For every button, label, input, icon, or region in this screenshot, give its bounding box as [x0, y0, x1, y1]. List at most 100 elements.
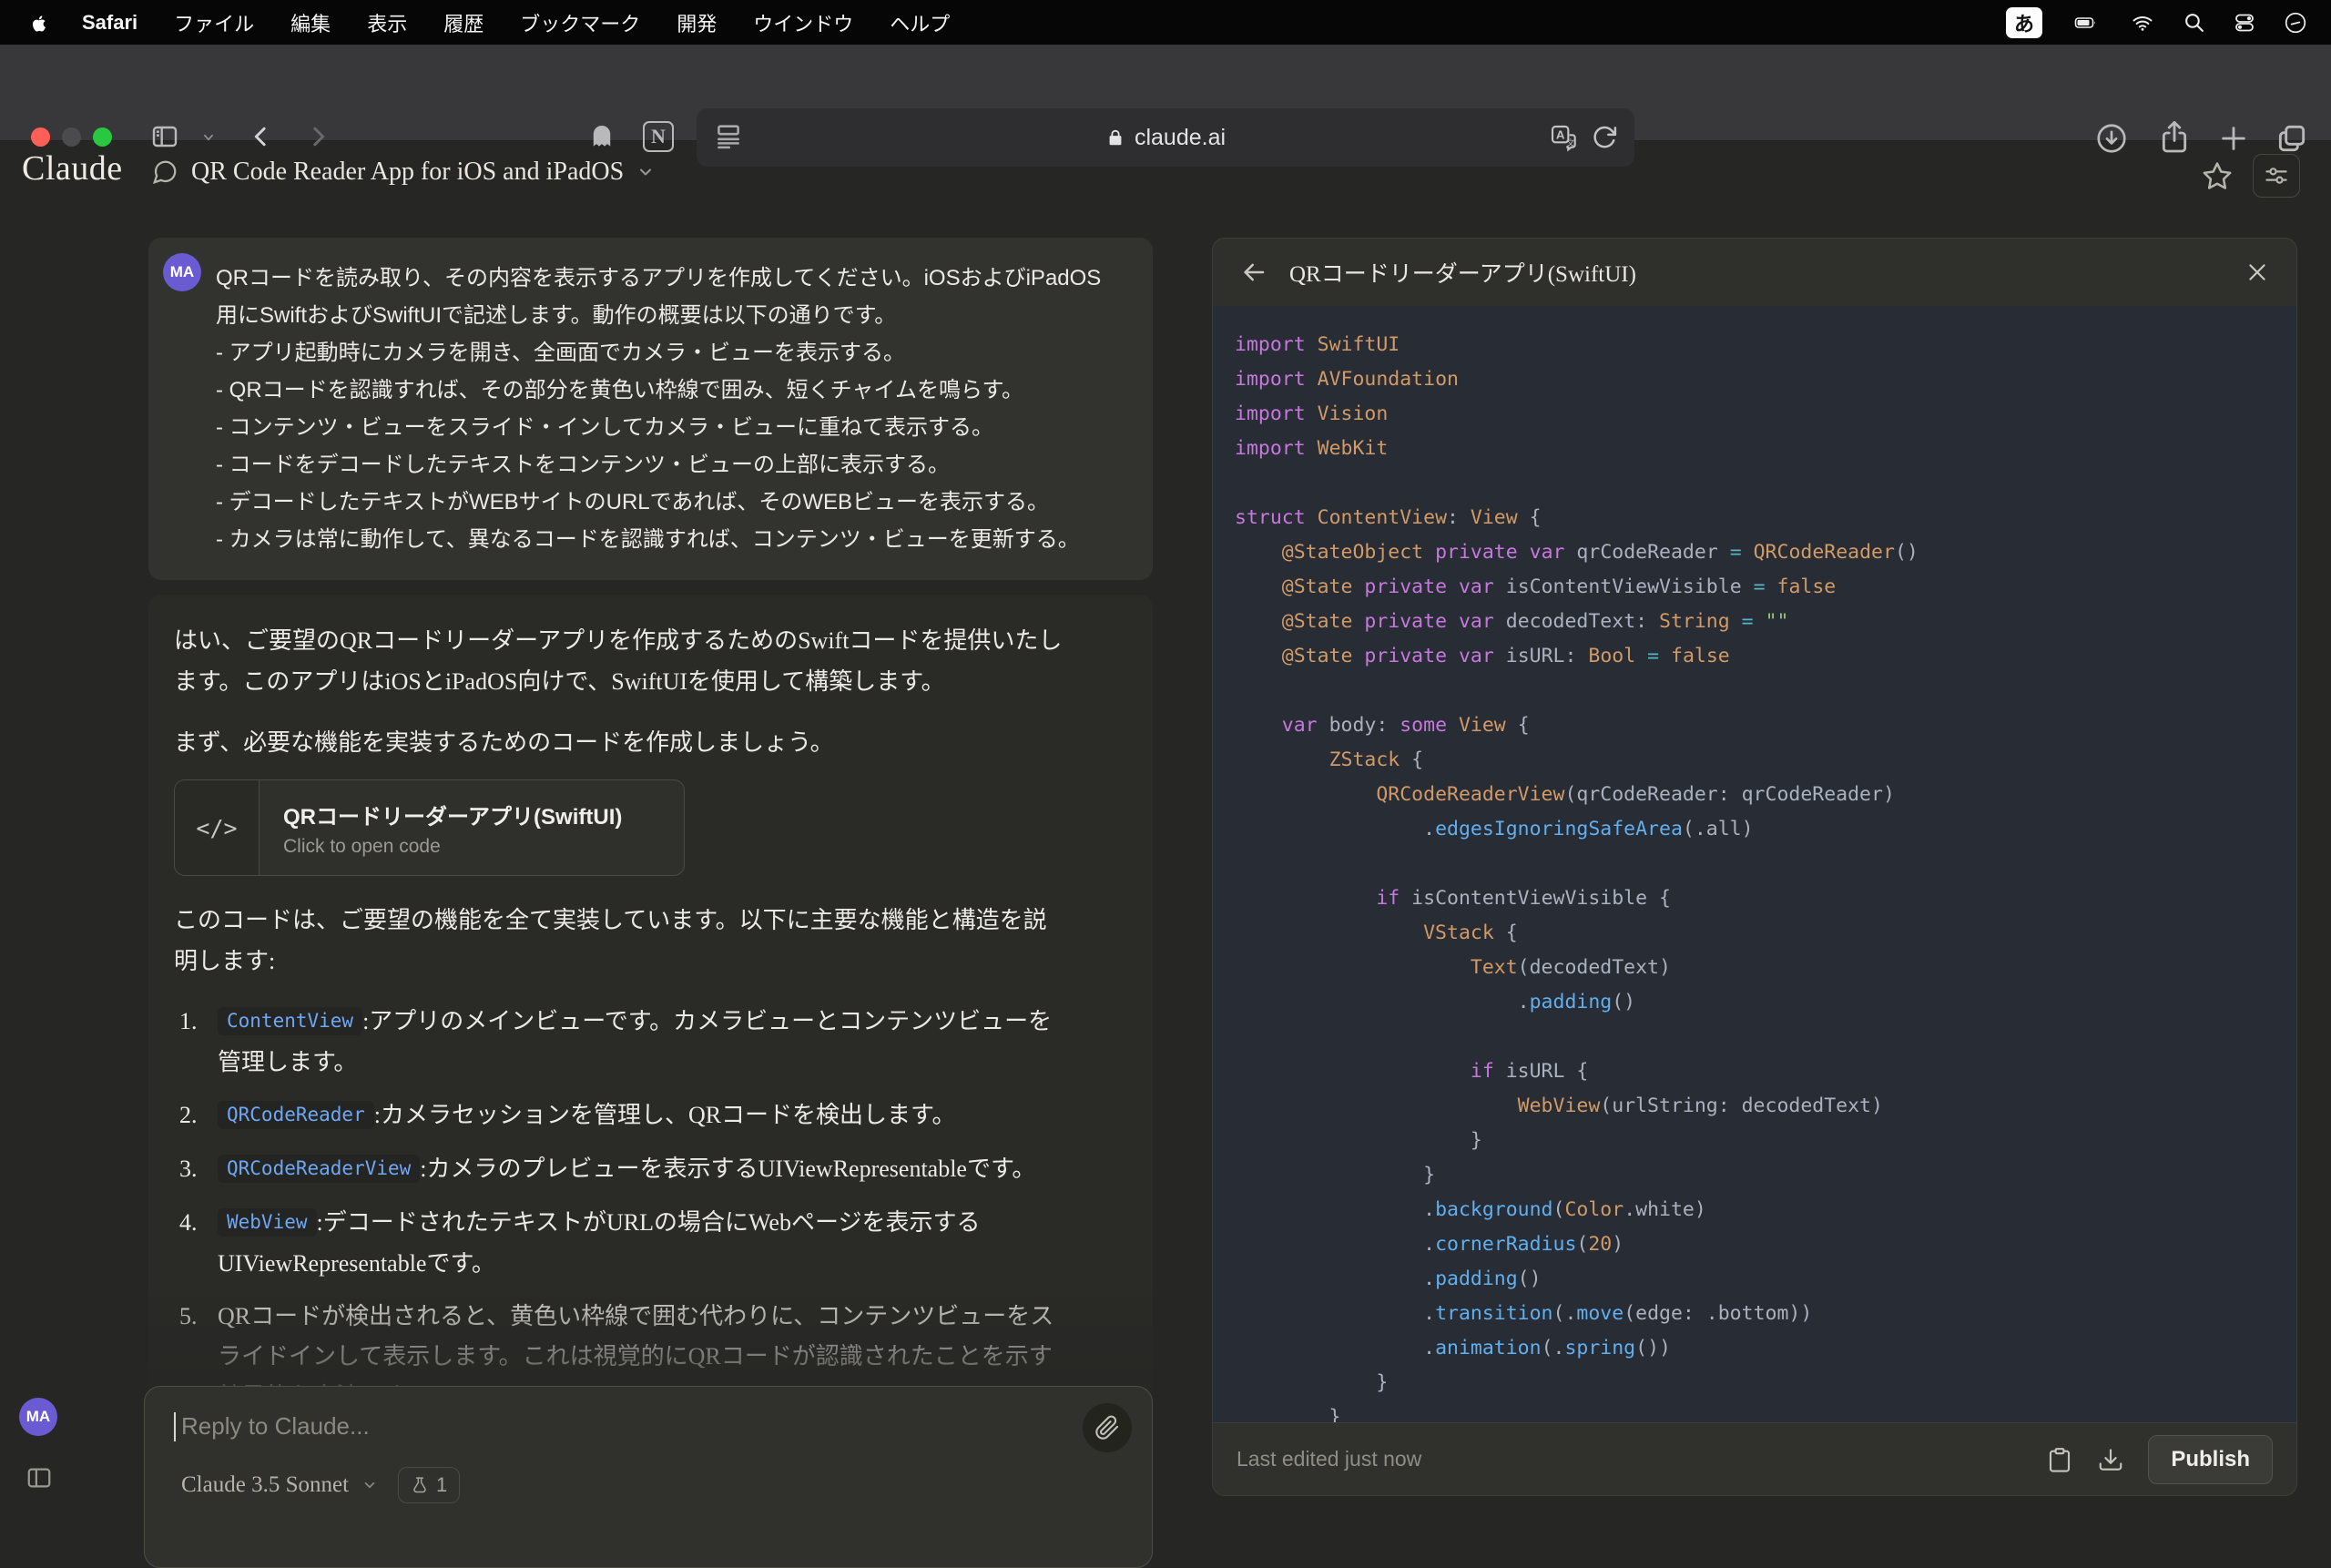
bottom-sidebar-toggle-icon[interactable] — [25, 1464, 53, 1492]
menu-item-1[interactable]: Safari — [64, 11, 156, 35]
last-edited-status: Last edited just now — [1237, 1447, 1421, 1471]
menu-item-6[interactable]: ブックマーク — [502, 8, 658, 37]
menu-item-4[interactable]: 表示 — [349, 8, 425, 37]
claude-header: Claude QR Code Reader App for iOS and iP… — [0, 141, 2331, 205]
assistant-paragraph: まず、必要な機能を実装するためのコードを作成しましょう。 — [174, 722, 1071, 763]
star-icon[interactable] — [2202, 160, 2233, 191]
menu-item-2[interactable]: ファイル — [156, 8, 272, 37]
close-icon[interactable] — [2245, 260, 2269, 284]
code-line: @State private var isURL: Bool = false — [1235, 639, 2296, 674]
publish-button[interactable]: Publish — [2148, 1435, 2273, 1484]
user-message-line: - デコードしたテキストがWEBサイトのURLであれば、そのWEBビューを表示す… — [216, 484, 1125, 521]
spotlight-search-icon[interactable] — [2183, 11, 2205, 34]
model-chevron-down-icon[interactable] — [361, 1477, 378, 1493]
artifact-panel: QRコードリーダーアプリ(SwiftUI) import SwiftUIimpo… — [1212, 238, 2297, 1496]
wifi-icon[interactable] — [2130, 12, 2155, 34]
list-item-number: 2. — [174, 1095, 218, 1136]
list-item: 2.QRCodeReader:カメラセッションを管理し、QRコードを検出します。 — [174, 1095, 1075, 1136]
user-message-line: - コンテンツ・ビューをスライド・インしてカメラ・ビューに重ねて表示する。 — [216, 409, 1125, 446]
code-line: QRCodeReaderView(qrCodeReader: qrCodeRea… — [1235, 778, 2296, 812]
menu-item-8[interactable]: ウインドウ — [735, 8, 871, 37]
menu-item-7[interactable]: 開発 — [658, 8, 735, 37]
user-message-line: 用にSwiftおよびSwiftUIで記述します。動作の概要は以下の通りです。 — [216, 297, 1125, 334]
code-line: .transition(.move(edge: .bottom)) — [1235, 1297, 2296, 1331]
assistant-paragraph: はい、ご要望のQRコードリーダーアプリを作成するためのSwiftコードを提供いた… — [174, 620, 1071, 702]
code-line: @State private var decodedText: String =… — [1235, 605, 2296, 639]
user-message-line: - コードをデコードしたテキストをコンテンツ・ビューの上部に表示する。 — [216, 446, 1125, 484]
menu-item-9[interactable]: ヘルプ — [871, 8, 968, 37]
code-line: .background(Color.white) — [1235, 1193, 2296, 1227]
code-line: VStack { — [1235, 916, 2296, 951]
clock-icon[interactable] — [2284, 11, 2307, 35]
chat-title-chevron-down-icon — [636, 163, 655, 181]
control-center-icon[interactable] — [2233, 12, 2256, 34]
svg-text:A: A — [1556, 128, 1565, 142]
code-line: @StateObject private var qrCodeReader = … — [1235, 535, 2296, 570]
code-line: ZStack { — [1235, 743, 2296, 778]
code-line — [1235, 1020, 2296, 1054]
code-line: import SwiftUI — [1235, 328, 2296, 362]
list-item-number: 1. — [174, 1002, 218, 1083]
code-line: .edgesIgnoringSafeArea(.all) — [1235, 812, 2296, 847]
list-item-number: 4. — [174, 1203, 218, 1284]
artifact-card[interactable]: </> QRコードリーダーアプリ(SwiftUI) Click to open … — [174, 779, 685, 876]
text-caret — [174, 1412, 176, 1441]
code-line: struct ContentView: View { — [1235, 501, 2296, 535]
code-line: } — [1235, 1400, 2296, 1422]
code-line: .cornerRadius(20) — [1235, 1227, 2296, 1262]
code-line: WebView(urlString: decodedText) — [1235, 1089, 2296, 1124]
code-icon: </> — [175, 780, 260, 875]
code-line: import Vision — [1235, 397, 2296, 432]
apple-menu-icon[interactable] — [31, 12, 49, 34]
list-item-number: 3. — [174, 1149, 218, 1190]
reply-input[interactable]: Reply to Claude... — [181, 1412, 370, 1441]
reply-composer[interactable]: Reply to Claude... Claude 3.5 Sonnet 1 — [144, 1386, 1153, 1568]
code-line: if isURL { — [1235, 1054, 2296, 1089]
code-line — [1235, 847, 2296, 881]
user-message-line: - QRコードを認識すれば、その部分を黄色い枠線で囲み、短くチャイムを鳴らす。 — [216, 372, 1125, 409]
list-item: 3.QRCodeReaderView:カメラのプレビューを表示するUIViewR… — [174, 1149, 1075, 1190]
code-line: .padding() — [1235, 985, 2296, 1020]
user-avatar[interactable]: MA — [163, 253, 201, 291]
menu-items: Safariファイル編集表示履歴ブックマーク開発ウインドウヘルプ — [64, 8, 968, 37]
input-source-icon[interactable]: あ — [2006, 7, 2042, 38]
code-line: } — [1235, 1158, 2296, 1193]
code-editor[interactable]: import SwiftUIimport AVFoundationimport … — [1213, 306, 2296, 1422]
code-line: .animation(.spring()) — [1235, 1331, 2296, 1366]
user-message: MA QRコードを読み取り、その内容を表示するアプリを作成してください。iOSお… — [148, 238, 1153, 580]
beaker-badge[interactable]: 1 — [398, 1467, 460, 1503]
menu-item-5[interactable]: 履歴 — [425, 8, 502, 37]
inline-code: ContentView — [218, 1007, 362, 1035]
copy-code-icon[interactable] — [2046, 1445, 2073, 1474]
model-selector[interactable]: Claude 3.5 Sonnet — [181, 1472, 349, 1498]
code-line: @State private var isContentViewVisible … — [1235, 570, 2296, 605]
code-line: .padding() — [1235, 1262, 2296, 1297]
safari-toolbar: N claude.ai A文 — [0, 45, 2331, 141]
back-arrow-icon[interactable] — [1240, 259, 1267, 286]
code-line: import AVFoundation — [1235, 362, 2296, 397]
code-line — [1235, 466, 2296, 501]
code-line: if isContentViewVisible { — [1235, 881, 2296, 916]
claude-logo[interactable]: Claude — [22, 148, 123, 188]
code-line: } — [1235, 1366, 2296, 1400]
download-code-icon[interactable] — [2097, 1445, 2124, 1474]
artifact-panel-title: QRコードリーダーアプリ(SwiftUI) — [1289, 256, 1636, 289]
inline-code: QRCodeReader — [218, 1101, 374, 1129]
list-item-text: QRCodeReaderView:カメラのプレビューを表示するUIViewRep… — [218, 1149, 1055, 1190]
list-item: 4.WebView:デコードされたテキストがURLの場合にWebページを表示する… — [174, 1203, 1075, 1284]
code-line: Text(decodedText) — [1235, 951, 2296, 985]
attach-file-button[interactable] — [1083, 1403, 1132, 1452]
user-message-line: QRコードを読み取り、その内容を表示するアプリを作成してください。iOSおよびi… — [216, 260, 1125, 297]
composer-avatar[interactable]: MA — [19, 1398, 57, 1436]
menu-item-3[interactable]: 編集 — [272, 8, 349, 37]
beaker-count: 1 — [436, 1473, 447, 1497]
list-item-text: WebView:デコードされたテキストがURLの場合にWebページを表示するUI… — [218, 1203, 1055, 1284]
user-message-line: - アプリ起動時にカメラを開き、全画面でカメラ・ビューを表示する。 — [216, 334, 1125, 372]
chat-title-row[interactable]: QR Code Reader App for iOS and iPadOS — [151, 158, 655, 187]
artifact-card-title: QRコードリーダーアプリ(SwiftUI) — [283, 799, 684, 830]
user-message-line: - カメラは常に動作して、異なるコードを認識すれば、コンテンツ・ビューを更新する… — [216, 521, 1125, 558]
code-line: var body: some View { — [1235, 708, 2296, 743]
battery-icon[interactable] — [2070, 12, 2102, 34]
chat-settings-button[interactable] — [2253, 154, 2300, 198]
list-item-text: QRCodeReader:カメラセッションを管理し、QRコードを検出します。 — [218, 1095, 1055, 1136]
